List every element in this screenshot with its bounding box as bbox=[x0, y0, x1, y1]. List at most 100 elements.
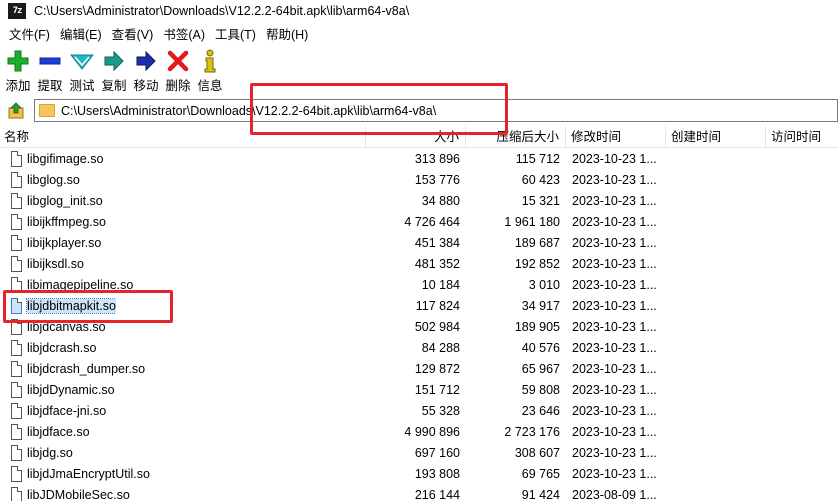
menu-tools[interactable]: 工具(T) bbox=[210, 24, 261, 43]
column-packed-size[interactable]: 压缩后大小 bbox=[466, 126, 566, 148]
file-name-text: libijkffmpeg.so bbox=[27, 215, 106, 229]
test-button[interactable]: 测试 bbox=[66, 46, 98, 94]
file-modified: 2023-10-23 1... bbox=[572, 341, 657, 355]
file-modified: 2023-10-23 1... bbox=[572, 257, 657, 271]
table-row[interactable]: libJDMobileSec.so 216 144 91 424 2023-08-09… bbox=[0, 485, 838, 501]
file-name: libjdface-jni.so bbox=[26, 401, 106, 422]
info-label: 信息 bbox=[197, 79, 223, 93]
file-name: libJDMobileSec.so bbox=[26, 485, 130, 501]
table-row[interactable]: libimagepipeline.so 10 184 3 010 2023-10-23… bbox=[0, 275, 838, 296]
table-row[interactable]: libjdDynamic.so 151 712 59 808 2023-10-23 1… bbox=[0, 380, 838, 401]
address-bar: C:\Users\Administrator\Downloads\V12.2.2… bbox=[0, 98, 838, 124]
window-title: C:\Users\Administrator\Downloads\V12.2.2… bbox=[34, 4, 410, 18]
file-icon bbox=[11, 298, 22, 314]
column-size[interactable]: 大小 bbox=[366, 126, 466, 148]
file-name: libjdg.so bbox=[26, 443, 73, 464]
file-size: 84 288 bbox=[421, 341, 460, 355]
file-icon bbox=[11, 466, 22, 482]
table-row[interactable]: libijkplayer.so 451 384 189 687 2023-10-23 … bbox=[0, 233, 838, 254]
file-name: libglog_init.so bbox=[26, 191, 103, 212]
delete-x-icon bbox=[165, 49, 191, 73]
column-created[interactable]: 创建时间 bbox=[666, 126, 766, 148]
file-modified: 2023-10-23 1... bbox=[572, 278, 657, 292]
file-packed-size: 91 424 bbox=[521, 488, 560, 501]
add-button[interactable]: 添加 bbox=[2, 46, 34, 94]
table-row[interactable]: libjdface-jni.so 55 328 23 646 2023-10-23 1… bbox=[0, 401, 838, 422]
menu-edit[interactable]: 编辑(E) bbox=[55, 24, 107, 43]
table-row[interactable]: libglog.so 153 776 60 423 2023-10-23 1... bbox=[0, 170, 838, 191]
file-modified: 2023-10-23 1... bbox=[572, 383, 657, 397]
delete-button[interactable]: 删除 bbox=[162, 46, 194, 94]
copy-arrow-icon bbox=[101, 49, 127, 73]
column-name[interactable]: 名称 bbox=[0, 126, 366, 148]
file-modified: 2023-10-23 1... bbox=[572, 404, 657, 418]
file-size: 502 984 bbox=[414, 320, 460, 334]
extract-button[interactable]: 提取 bbox=[34, 46, 66, 94]
table-row[interactable]: libglog_init.so 34 880 15 321 2023-10-23 1.… bbox=[0, 191, 838, 212]
file-modified: 2023-10-23 1... bbox=[572, 425, 657, 439]
file-icon bbox=[11, 382, 22, 398]
table-row[interactable]: libijkffmpeg.so 4 726 464 1 961 180 2023-10… bbox=[0, 212, 838, 233]
table-row[interactable]: libgifimage.so 313 896 115 712 2023-10-23 1… bbox=[0, 149, 838, 170]
file-name: libgifimage.so bbox=[26, 149, 103, 170]
info-button[interactable]: 信息 bbox=[194, 46, 226, 94]
minus-icon bbox=[37, 49, 63, 73]
file-icon bbox=[11, 424, 22, 440]
table-row[interactable]: libjdJmaEncryptUtil.so 193 808 69 765 2023-… bbox=[0, 464, 838, 485]
file-modified: 2023-10-23 1... bbox=[572, 362, 657, 376]
up-folder-icon[interactable] bbox=[6, 101, 26, 121]
menu-file[interactable]: 文件(F) bbox=[4, 24, 55, 43]
toolbar: 添加 提取 测试 复制 移动 删除 信息 bbox=[0, 46, 838, 96]
column-accessed[interactable]: 访问时间 bbox=[766, 126, 838, 148]
file-name-text: libimagepipeline.so bbox=[27, 278, 134, 292]
file-list: 名称 大小 压缩后大小 修改时间 创建时间 访问时间 libgifimage.s… bbox=[0, 126, 838, 501]
file-name-text: libglog_init.so bbox=[27, 194, 103, 208]
file-name: libjdDynamic.so bbox=[26, 380, 115, 401]
menu-help[interactable]: 帮助(H) bbox=[261, 24, 313, 43]
menu-view[interactable]: 查看(V) bbox=[107, 24, 159, 43]
menu-bookmarks[interactable]: 书签(A) bbox=[158, 24, 210, 43]
table-row[interactable]: libijksdl.so 481 352 192 852 2023-10-23 1..… bbox=[0, 254, 838, 275]
file-icon bbox=[11, 235, 22, 251]
file-packed-size: 69 765 bbox=[521, 467, 560, 481]
file-size: 451 384 bbox=[414, 236, 460, 250]
table-row[interactable]: libjdg.so 697 160 308 607 2023-10-23 1... bbox=[0, 443, 838, 464]
file-packed-size: 40 576 bbox=[521, 341, 560, 355]
file-name: libimagepipeline.so bbox=[26, 275, 133, 296]
file-modified: 2023-10-23 1... bbox=[572, 215, 657, 229]
file-name-text: libjdcanvas.so bbox=[27, 320, 106, 334]
file-name-text: libglog.so bbox=[27, 173, 80, 187]
file-name-text: libjdDynamic.so bbox=[27, 383, 115, 397]
file-size: 4 726 464 bbox=[404, 215, 460, 229]
file-icon bbox=[11, 361, 22, 377]
table-row[interactable]: libjdcanvas.so 502 984 189 905 2023-10-23 1… bbox=[0, 317, 838, 338]
test-label: 测试 bbox=[69, 79, 95, 93]
copy-button[interactable]: 复制 bbox=[98, 46, 130, 94]
file-icon bbox=[11, 172, 22, 188]
file-packed-size: 15 321 bbox=[521, 194, 560, 208]
file-name: libjdcrash_dumper.so bbox=[26, 359, 145, 380]
table-row[interactable]: libjdcrash.so 84 288 40 576 2023-10-23 1... bbox=[0, 338, 838, 359]
file-packed-size: 3 010 bbox=[528, 278, 560, 292]
file-size: 481 352 bbox=[414, 257, 460, 271]
file-name: libijksdl.so bbox=[26, 254, 84, 275]
check-icon bbox=[69, 49, 95, 73]
file-name-text: libijkplayer.so bbox=[27, 236, 102, 250]
file-icon bbox=[11, 340, 22, 356]
move-button[interactable]: 移动 bbox=[130, 46, 162, 94]
file-modified: 2023-08-09 1... bbox=[572, 488, 657, 501]
file-icon bbox=[11, 403, 22, 419]
column-modified[interactable]: 修改时间 bbox=[566, 126, 666, 148]
file-size: 34 880 bbox=[421, 194, 460, 208]
table-row[interactable]: libjdbitmapkit.so 117 824 34 917 2023-10-23… bbox=[0, 296, 838, 317]
file-modified: 2023-10-23 1... bbox=[572, 236, 657, 250]
file-packed-size: 60 423 bbox=[521, 173, 560, 187]
path-input[interactable]: C:\Users\Administrator\Downloads\V12.2.2… bbox=[34, 99, 838, 122]
file-modified: 2023-10-23 1... bbox=[572, 446, 657, 460]
file-name-text: libjdface-jni.so bbox=[27, 404, 107, 418]
file-packed-size: 192 852 bbox=[514, 257, 560, 271]
file-size: 55 328 bbox=[421, 404, 460, 418]
table-row[interactable]: libjdcrash_dumper.so 129 872 65 967 2023-10… bbox=[0, 359, 838, 380]
table-row[interactable]: libjdface.so 4 990 896 2 723 176 2023-10-23… bbox=[0, 422, 838, 443]
list-header: 名称 大小 压缩后大小 修改时间 创建时间 访问时间 bbox=[0, 126, 838, 148]
